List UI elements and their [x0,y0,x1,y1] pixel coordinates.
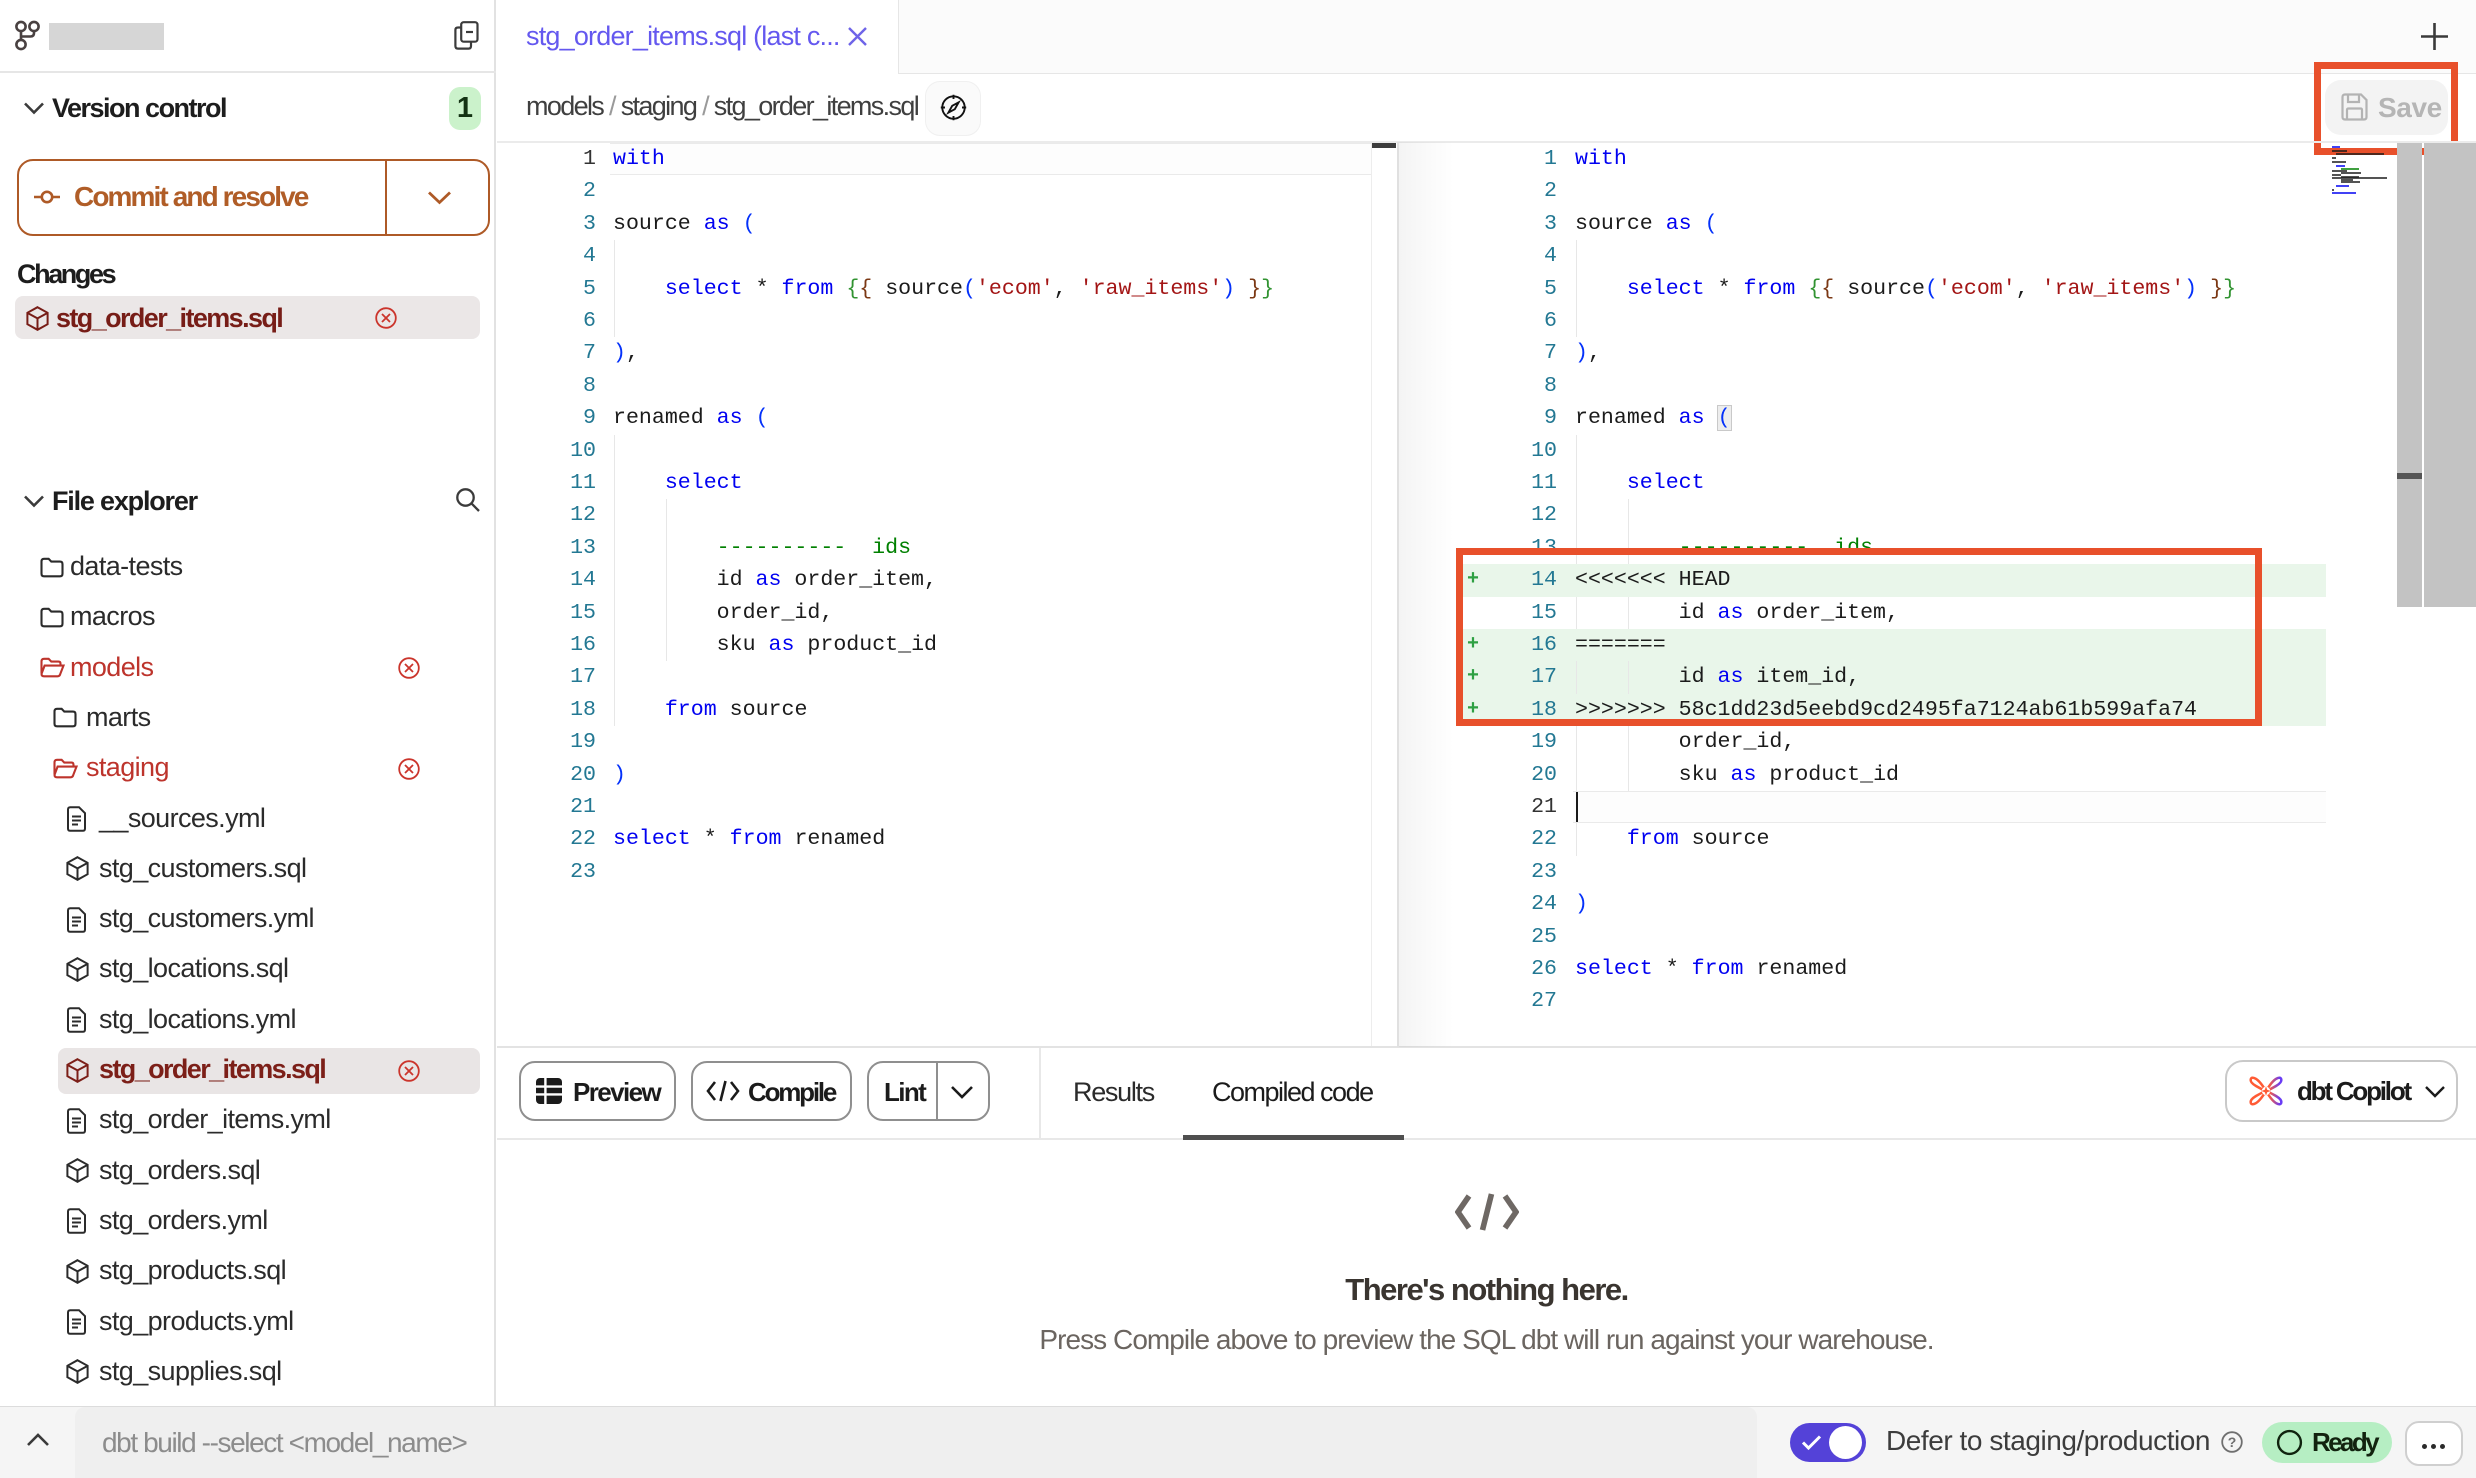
svg-text:?: ? [2228,1434,2237,1450]
